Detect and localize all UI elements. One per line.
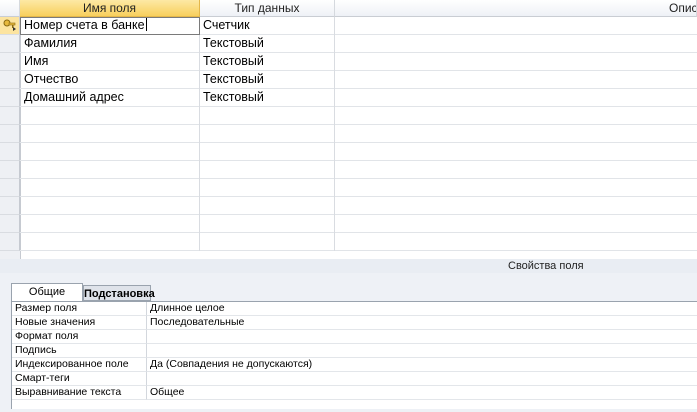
field-name-header[interactable]: Имя поля	[20, 0, 200, 17]
field-row[interactable]: Имя Текстовый	[0, 53, 697, 71]
empty-row[interactable]	[0, 215, 697, 233]
field-row[interactable]: Номер счета в банке Счетчик	[0, 17, 697, 35]
property-label: Выравнивание текста	[12, 386, 147, 400]
property-row[interactable]: Размер поля Длинное целое	[12, 302, 697, 316]
field-name-cell[interactable]	[20, 143, 200, 161]
tab-lookup[interactable]: Подстановка	[83, 285, 155, 301]
empty-row[interactable]	[0, 179, 697, 197]
data-type-cell[interactable]: Счетчик	[200, 17, 335, 35]
field-name-cell[interactable]: Номер счета в банке	[20, 17, 200, 35]
description-header-label: Опис	[669, 1, 697, 15]
property-row[interactable]: Выравнивание текста Общее	[12, 386, 697, 400]
data-type-cell[interactable]	[200, 215, 335, 233]
property-value[interactable]	[147, 372, 697, 386]
empty-row[interactable]	[0, 233, 697, 251]
row-selector[interactable]	[0, 107, 20, 125]
row-selector[interactable]	[0, 71, 20, 89]
data-type-cell[interactable]	[200, 233, 335, 251]
field-row[interactable]: Фамилия Текстовый	[0, 35, 697, 53]
property-label: Размер поля	[12, 302, 147, 316]
property-label: Новые значения	[12, 316, 147, 330]
empty-row[interactable]	[0, 143, 697, 161]
row-selector[interactable]	[0, 233, 20, 251]
row-selector[interactable]	[0, 89, 20, 107]
property-label: Формат поля	[12, 330, 147, 344]
data-type-cell[interactable]: Текстовый	[200, 53, 335, 71]
row-selector[interactable]	[0, 161, 20, 179]
primary-key-icon	[3, 19, 16, 31]
field-name-cell[interactable]	[20, 179, 200, 197]
property-value[interactable]	[147, 330, 697, 344]
field-name-cell[interactable]	[20, 125, 200, 143]
property-value[interactable]: Последовательные	[147, 316, 697, 330]
field-name-cell[interactable]	[20, 233, 200, 251]
data-type-cell[interactable]	[200, 143, 335, 161]
row-selector[interactable]	[0, 179, 20, 197]
data-type-cell[interactable]: Текстовый	[200, 89, 335, 107]
tab-general[interactable]: Общие	[11, 283, 83, 302]
row-selector[interactable]	[0, 125, 20, 143]
empty-row[interactable]	[0, 161, 697, 179]
field-name-cell[interactable]	[20, 197, 200, 215]
description-header[interactable]: Опис	[335, 0, 697, 17]
empty-row[interactable]	[0, 125, 697, 143]
row-selector[interactable]	[0, 53, 20, 71]
property-row[interactable]: Индексированное поле Да (Совпадения не д…	[12, 358, 697, 372]
field-name-cell[interactable]	[20, 107, 200, 125]
data-type-cell[interactable]	[200, 107, 335, 125]
design-grid: Имя поля Тип данных Опис Номер счета в б…	[0, 0, 697, 260]
data-type-cell[interactable]: Текстовый	[200, 71, 335, 89]
field-name-cell[interactable]: Фамилия	[20, 35, 200, 53]
text-caret	[145, 18, 147, 31]
row-selector[interactable]	[0, 197, 20, 215]
field-properties-table: Размер поля Длинное целое Новые значения…	[11, 301, 697, 409]
property-label: Индексированное поле	[12, 358, 147, 372]
data-type-cell[interactable]	[200, 161, 335, 179]
field-name-text: Номер счета в банке	[24, 18, 145, 32]
row-selector[interactable]	[0, 17, 20, 35]
row-selector[interactable]	[0, 143, 20, 161]
field-name-cell[interactable]: Домашний адрес	[20, 89, 200, 107]
property-value[interactable]	[147, 344, 697, 358]
property-value[interactable]: Да (Совпадения не допускаются)	[147, 358, 697, 372]
property-row[interactable]: Новые значения Последовательные	[12, 316, 697, 330]
empty-row[interactable]	[0, 107, 697, 125]
property-value[interactable]: Длинное целое	[147, 302, 697, 316]
table-design-view: Имя поля Тип данных Опис Номер счета в б…	[0, 0, 697, 412]
row-selector[interactable]	[0, 35, 20, 53]
data-type-cell[interactable]	[200, 125, 335, 143]
field-row[interactable]: Отчество Текстовый	[0, 71, 697, 89]
property-label: Подпись	[12, 344, 147, 358]
data-type-cell[interactable]	[200, 197, 335, 215]
property-value[interactable]: Общее	[147, 386, 697, 400]
field-name-cell[interactable]: Имя	[20, 53, 200, 71]
field-name-cell[interactable]	[20, 161, 200, 179]
property-row[interactable]: Смарт-теги	[12, 372, 697, 386]
property-row[interactable]: Подпись	[12, 344, 697, 358]
data-type-cell[interactable]	[200, 179, 335, 197]
empty-row[interactable]	[0, 197, 697, 215]
field-row[interactable]: Домашний адрес Текстовый	[0, 89, 697, 107]
field-properties-title: Свойства поля	[508, 260, 584, 272]
field-name-cell[interactable]: Отчество	[20, 71, 200, 89]
data-type-header[interactable]: Тип данных	[200, 0, 335, 17]
field-name-cell[interactable]	[20, 215, 200, 233]
field-properties-caption: Свойства поля	[0, 259, 697, 274]
data-type-cell[interactable]: Текстовый	[200, 35, 335, 53]
property-row[interactable]: Формат поля	[12, 330, 697, 344]
row-selector[interactable]	[0, 215, 20, 233]
property-label: Смарт-теги	[12, 372, 147, 386]
row-selector-header[interactable]	[0, 0, 20, 17]
